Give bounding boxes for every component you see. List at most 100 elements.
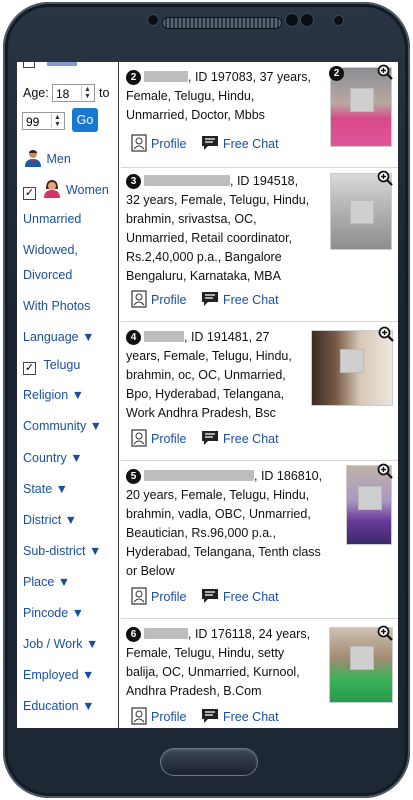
profile-line: Andhra Pradesh, B.Com	[126, 684, 262, 698]
profile-link[interactable]: Profile	[131, 587, 186, 605]
profile-number: 2	[126, 70, 141, 85]
profile-line: brahmin, oc, OC, Unmarried,	[126, 368, 286, 382]
light-sensor-icon	[301, 14, 313, 26]
go-button[interactable]: Go	[72, 108, 98, 132]
profile-line: brahmin, vadla, OBC, Unmarried,	[126, 507, 311, 521]
profile-label: Profile	[151, 710, 187, 724]
woman-icon	[44, 180, 61, 198]
zoom-icon[interactable]	[377, 463, 393, 479]
profile-link[interactable]: Profile	[131, 290, 186, 308]
subdistrict-dropdown[interactable]: Sub-district ▼	[23, 544, 101, 558]
profile-line: balija, OC, Unmarried, Kurnool,	[126, 665, 300, 679]
earpiece-speaker	[163, 18, 281, 28]
partial-checkbox[interactable]	[23, 62, 35, 68]
women-filter[interactable]: ✓ Women	[23, 180, 109, 200]
sidebar-divider	[118, 62, 119, 728]
blurred-name	[144, 470, 254, 481]
profile-line: Rs.2,40,000 p.a., Bangalore	[126, 250, 282, 264]
chat-icon	[202, 431, 218, 445]
partial-link[interactable]	[47, 62, 77, 66]
profile-description: 6 , ID 176118, 24 years, Female, Telugu, …	[126, 625, 331, 701]
blurred-face	[350, 646, 374, 670]
age-from-value: 18	[56, 87, 70, 101]
front-camera-icon	[334, 16, 343, 25]
spinner-icon[interactable]: ▲ ▼	[51, 114, 63, 128]
place-dropdown[interactable]: Place ▼	[23, 575, 70, 589]
profile-line: brahmin, srivastsa, OC,	[126, 212, 257, 226]
job-work-dropdown[interactable]: Job / Work ▼	[23, 637, 98, 651]
education-dropdown[interactable]: Education ▼	[23, 699, 94, 713]
zoom-icon[interactable]	[378, 326, 394, 342]
profile-line: , ID 176118, 24 years,	[188, 627, 311, 641]
telugu-filter[interactable]: ✓ Telugu	[23, 358, 80, 375]
pincode-dropdown[interactable]: Pincode ▼	[23, 606, 84, 620]
profile-link[interactable]: Profile	[131, 429, 186, 447]
profile-number: 4	[126, 330, 141, 345]
proximity-sensor-icon	[286, 14, 298, 26]
profile-icon	[131, 707, 147, 725]
age-from-input[interactable]: 18 ▲ ▼	[52, 84, 95, 102]
profile-line: Beautician, Rs.96,000 p.a.,	[126, 526, 277, 540]
profile-line: , ID 197083, 37 years,	[188, 70, 311, 84]
profile-line: Work Andhra Pradesh, Bsc	[126, 406, 276, 420]
religion-dropdown[interactable]: Religion ▼	[23, 388, 84, 402]
men-label: Men	[46, 152, 71, 166]
chat-label: Free Chat	[223, 432, 279, 446]
women-checkbox[interactable]: ✓	[23, 187, 36, 200]
unmarried-link[interactable]: Unmarried	[23, 212, 81, 226]
chat-label: Free Chat	[223, 590, 279, 604]
telugu-checkbox[interactable]: ✓	[23, 362, 36, 375]
profile-description: 2 , ID 197083, 37 years, Female, Telugu, …	[126, 68, 326, 125]
zoom-icon[interactable]	[377, 625, 393, 641]
widowed-link[interactable]: Widowed,	[23, 243, 78, 257]
men-link[interactable]: Men	[23, 149, 71, 167]
chat-label: Free Chat	[223, 293, 279, 307]
photo-count-badge: 2	[329, 66, 344, 81]
free-chat-link[interactable]: Free Chat	[201, 587, 279, 605]
profile-list: 2 , ID 197083, 37 years, Female, Telugu, …	[121, 62, 398, 728]
phone-screen: Age: 18 ▲ ▼ to 99 ▲ ▼ Go Men ✓ Women Unma	[17, 62, 398, 728]
blurred-name	[144, 331, 184, 342]
profile-description: 5 , ID 186810, 20 years, Female, Telugu, …	[126, 467, 341, 581]
state-dropdown[interactable]: State ▼	[23, 482, 68, 496]
profile-link[interactable]: Profile	[131, 134, 186, 152]
chat-label: Free Chat	[223, 137, 279, 151]
zoom-icon[interactable]	[377, 170, 393, 186]
with-photos-link[interactable]: With Photos	[23, 299, 90, 313]
age-to-input[interactable]: 99 ▲ ▼	[22, 112, 65, 130]
employed-dropdown[interactable]: Employed ▼	[23, 668, 94, 682]
free-chat-link[interactable]: Free Chat	[201, 707, 279, 725]
profile-number: 6	[126, 627, 141, 642]
community-dropdown[interactable]: Community ▼	[23, 419, 102, 433]
free-chat-link[interactable]: Free Chat	[201, 290, 279, 308]
country-dropdown[interactable]: Country ▼	[23, 451, 83, 465]
language-dropdown[interactable]: Language ▼	[23, 330, 94, 344]
profile-line: Unmarried, Retail coordinator,	[126, 231, 293, 245]
age-to-value: 99	[26, 115, 40, 129]
blurred-name	[144, 628, 188, 639]
divorced-link[interactable]: Divorced	[23, 268, 72, 282]
telugu-label: Telugu	[43, 358, 81, 372]
zoom-icon[interactable]	[377, 64, 393, 80]
district-dropdown[interactable]: District ▼	[23, 513, 77, 527]
profile-line: Unmarried, Doctor, Mbbs	[126, 108, 265, 122]
profile-icon	[131, 134, 147, 152]
profile-card: 4 , ID 191481, 27 years, Female, Telugu, …	[121, 322, 398, 461]
profile-number: 5	[126, 469, 141, 484]
blurred-face	[350, 88, 374, 112]
free-chat-link[interactable]: Free Chat	[201, 429, 279, 447]
profile-link[interactable]: Profile	[131, 707, 186, 725]
man-icon	[25, 150, 41, 167]
profile-label: Profile	[151, 590, 187, 604]
profile-line: 32 years, Female, Telugu, Hindu,	[126, 193, 310, 207]
to-label: to	[99, 86, 110, 100]
free-chat-link[interactable]: Free Chat	[201, 134, 279, 152]
blurred-name	[144, 175, 230, 186]
home-button[interactable]	[161, 749, 257, 775]
chat-icon	[202, 292, 218, 306]
profile-line: Hyderabad, Telangana, Tenth class	[126, 545, 321, 559]
profile-description: 3 , ID 194518, 32 years, Female, Telugu, …	[126, 172, 336, 286]
profile-card: 5 , ID 186810, 20 years, Female, Telugu, …	[121, 461, 398, 619]
spinner-icon[interactable]: ▲ ▼	[81, 86, 93, 100]
chat-label: Free Chat	[223, 710, 279, 724]
